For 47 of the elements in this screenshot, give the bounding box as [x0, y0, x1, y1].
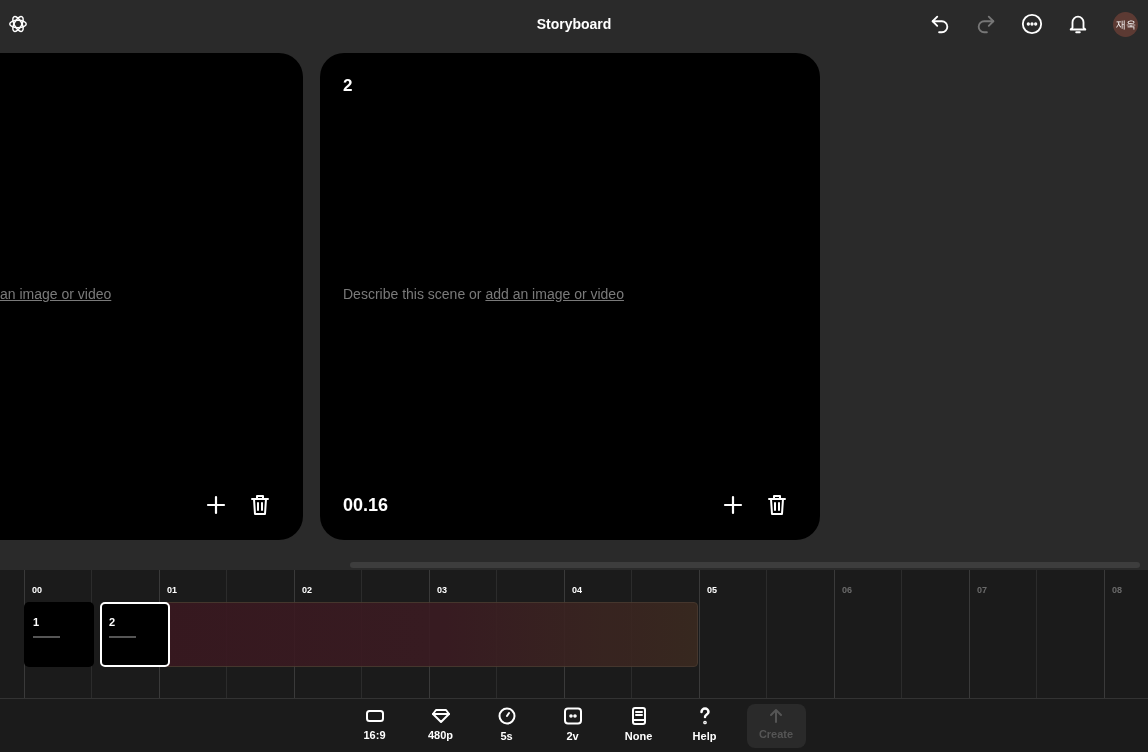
- time-marker: 01: [167, 585, 177, 595]
- time-marker: 04: [572, 585, 582, 595]
- clip-number: 2: [109, 616, 116, 628]
- page-title: Storyboard: [536, 14, 612, 34]
- more-icon: [1021, 13, 1043, 35]
- rectangle-icon: [364, 707, 385, 724]
- time-marker: 02: [302, 585, 312, 595]
- logo-icon[interactable]: [7, 13, 29, 35]
- time-marker: 03: [437, 585, 447, 595]
- scene-number: 2: [343, 76, 353, 95]
- scene-time: 00.16: [343, 493, 389, 517]
- scene-prompt: Describe this scene or add an image or video: [343, 285, 624, 304]
- time-marker: 06: [842, 585, 852, 595]
- trash-icon: [250, 494, 270, 516]
- bell-button[interactable]: [1067, 13, 1089, 35]
- add-scene-button[interactable]: [723, 495, 743, 515]
- redo-icon: [975, 13, 997, 35]
- clip-number: 1: [33, 616, 40, 628]
- time-marker: 00: [32, 585, 42, 595]
- add-media-link[interactable]: an image or video: [0, 284, 112, 305]
- preset-button[interactable]: None: [614, 706, 663, 745]
- time-marker: 05: [707, 585, 717, 595]
- undo-button[interactable]: [929, 13, 951, 35]
- bell-icon: [1067, 13, 1089, 35]
- plus-icon: [723, 495, 743, 515]
- add-scene-button[interactable]: [206, 495, 226, 515]
- timeline-clip[interactable]: 2: [100, 602, 170, 667]
- diamond-icon: [430, 707, 451, 724]
- timeline-clip[interactable]: 1: [24, 602, 94, 667]
- plus-icon: [206, 495, 226, 515]
- trash-icon: [767, 494, 787, 516]
- quality-button[interactable]: 480p: [416, 707, 465, 744]
- add-media-link[interactable]: add an image or video: [485, 286, 624, 302]
- more-button[interactable]: [1021, 13, 1043, 35]
- variations-button[interactable]: 2v: [548, 706, 597, 745]
- help-button[interactable]: Help: [680, 706, 729, 745]
- undo-icon: [929, 13, 951, 35]
- stopwatch-icon: [496, 706, 517, 725]
- duration-button[interactable]: 5s: [482, 706, 531, 745]
- delete-scene-button[interactable]: [767, 494, 787, 516]
- avatar[interactable]: 재욱: [1113, 11, 1138, 37]
- arrow-up-icon: [768, 708, 784, 725]
- time-marker: 07: [977, 585, 987, 595]
- square-dots-icon: [562, 706, 583, 725]
- time-marker: 08: [1112, 585, 1122, 595]
- ratio-button[interactable]: 16:9: [350, 707, 399, 744]
- delete-scene-button[interactable]: [250, 494, 270, 516]
